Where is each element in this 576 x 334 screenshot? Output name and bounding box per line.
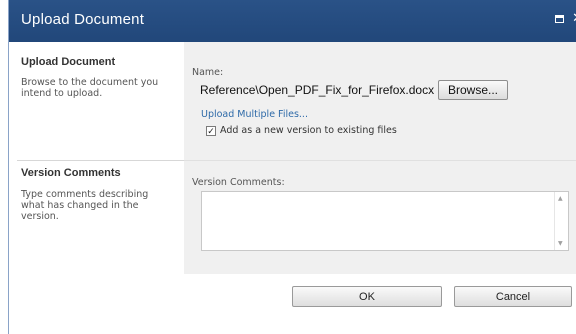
version-section-description: Type comments describing what has change…: [21, 189, 149, 222]
add-version-checkbox[interactable]: ✓: [206, 125, 216, 137]
scroll-down-icon[interactable]: ▼: [558, 240, 563, 247]
upload-section-description: Browse to the document you intend to upl…: [21, 77, 159, 99]
add-version-label: Add as a new version to existing files: [220, 125, 397, 136]
dialog-title: Upload Document: [21, 11, 145, 28]
section-divider: [184, 160, 576, 161]
titlebar-controls: ✕: [555, 12, 576, 25]
browse-button[interactable]: Browse...: [438, 80, 508, 100]
cancel-button[interactable]: Cancel: [454, 286, 572, 307]
scroll-up-icon[interactable]: ▲: [558, 195, 563, 202]
add-version-option: ✓ Add as a new version to existing files: [206, 125, 397, 137]
left-description-panel: Upload Document Browse to the document y…: [9, 42, 184, 274]
section-divider: [17, 160, 184, 161]
ok-button[interactable]: OK: [292, 286, 442, 307]
upload-multiple-files-link[interactable]: Upload Multiple Files...: [201, 109, 308, 120]
maximize-icon[interactable]: [555, 15, 565, 23]
version-comments-label: Version Comments:: [192, 177, 285, 188]
dialog-footer: OK Cancel: [9, 274, 576, 334]
name-label: Name:: [192, 67, 224, 78]
textarea-scrollbar[interactable]: ▲ ▼: [554, 192, 568, 250]
right-form-panel: Name: Reference\Open_PDF_Fix_for_Firefox…: [184, 42, 576, 274]
version-section-title: Version Comments: [21, 167, 121, 179]
dialog-titlebar: Upload Document ✕: [9, 0, 576, 42]
close-icon[interactable]: ✕: [572, 12, 576, 25]
upload-section-title: Upload Document: [21, 56, 116, 68]
upload-document-dialog: Upload Document ✕ Upload Document Browse…: [8, 0, 576, 334]
version-comments-textarea[interactable]: ▲ ▼: [201, 191, 569, 251]
file-path-field[interactable]: Reference\Open_PDF_Fix_for_Firefox.docx: [200, 80, 440, 100]
